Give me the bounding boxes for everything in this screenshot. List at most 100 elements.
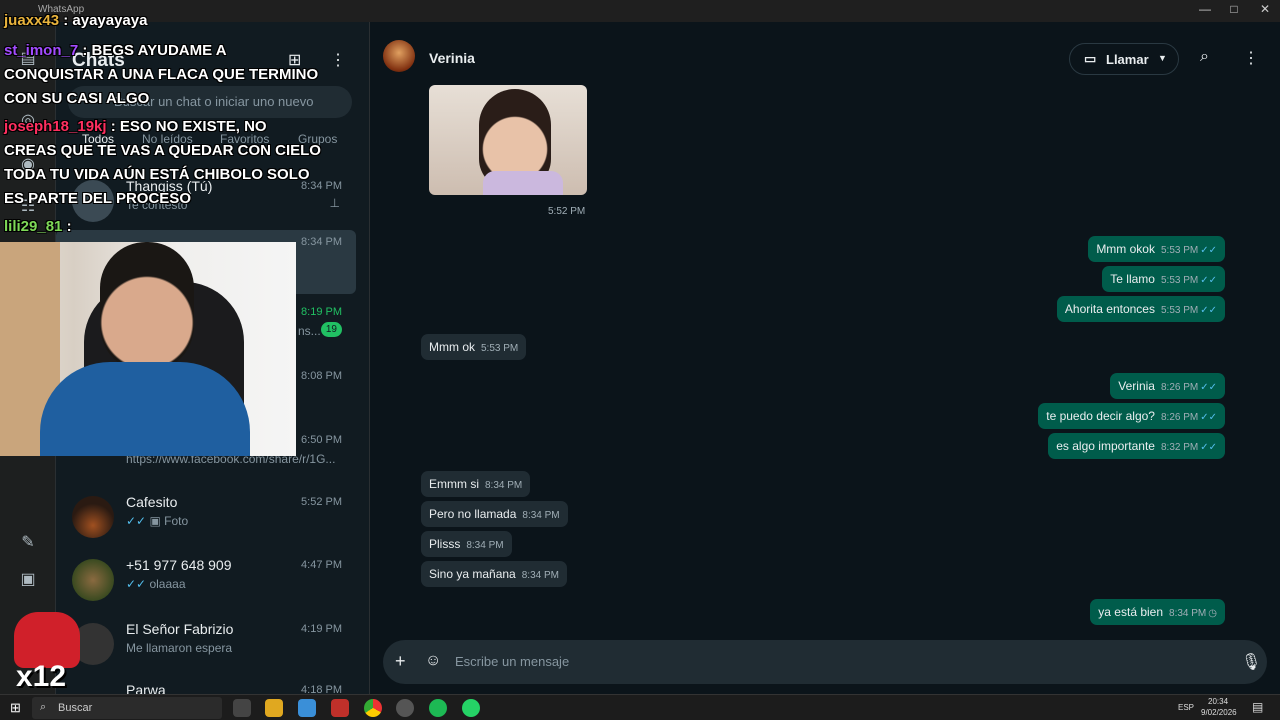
chat-row[interactable]: Cafesito 5:52 PM ✓✓ ▣ Foto — [56, 490, 356, 554]
photo-message[interactable] — [429, 85, 587, 195]
stream-chat-overlay: juaxx43 : ayayayaya st_imon_7 : BEGS AYU… — [0, 8, 321, 238]
media-icon[interactable]: ▣ — [14, 565, 42, 593]
message-bubble-out[interactable]: Te llamo 5:53 PM ✓✓ — [1102, 266, 1225, 292]
conversation-header: Verinia ▭ Llamar ▼ ⌕ ⋮ — [371, 36, 1280, 82]
attach-plus-icon[interactable]: + — [395, 651, 406, 672]
stream-chat-line: ES PARTE DEL PROCESO — [4, 190, 191, 207]
message-bubble-in[interactable]: Pero no llamada 8:34 PM — [421, 501, 568, 527]
double-check-icon: ✓✓ — [1200, 412, 1217, 423]
language-indicator[interactable]: ESP — [1178, 703, 1194, 712]
contact-name[interactable]: Verinia — [429, 50, 475, 66]
contact-avatar[interactable] — [383, 40, 415, 72]
webcam-overlay — [0, 242, 296, 456]
avatar — [72, 496, 114, 538]
multiplier-text: x12 — [16, 660, 67, 693]
chat-name: El Señor Fabrizio — [126, 621, 234, 637]
chat-time: 6:50 PM — [301, 434, 342, 446]
message-composer: + ☺ Escribe un mensaje 🎙 — [383, 640, 1267, 684]
app-icon[interactable] — [331, 699, 349, 717]
notification-icon[interactable]: ▤ — [1252, 700, 1263, 714]
chat-name: Cafesito — [126, 494, 178, 510]
message-bubble-out[interactable]: Ahorita entonces 5:53 PM ✓✓ — [1056, 296, 1225, 322]
chat-time: 4:19 PM — [301, 623, 342, 635]
obs-icon[interactable] — [396, 699, 414, 717]
photo-time: 5:52 PM — [548, 206, 586, 217]
message-bubble-in[interactable]: Emmm si 8:34 PM — [421, 471, 531, 497]
double-check-icon: ✓✓ — [1200, 275, 1217, 286]
message-bubble-in[interactable]: Sino ya mañana 8:34 PM — [421, 561, 567, 587]
chat-time: 8:08 PM — [301, 370, 342, 382]
stream-chat-line: TODA TU VIDA AÚN ESTÁ CHIBOLO SOLO — [4, 166, 310, 183]
double-check-icon: ✓✓ — [126, 514, 147, 528]
message-bubble-in[interactable]: Mmm ok 5:53 PM — [421, 334, 527, 360]
chat-name: Parwa — [126, 682, 166, 694]
message-bubble-out[interactable]: te puedo decir algo? 8:26 PM ✓✓ — [1038, 403, 1225, 429]
stream-chat-line: CON SU CASI ALGO — [4, 90, 150, 107]
stream-chat-line: lili29_81 : — [4, 218, 72, 235]
chat-preview: Me llamaron espera — [126, 641, 233, 655]
message-bubble-out[interactable]: Mmm okok 5:53 PM ✓✓ — [1088, 236, 1225, 262]
microphone-icon[interactable]: 🎙 — [1241, 652, 1261, 672]
whatsapp-icon[interactable] — [462, 699, 480, 717]
x12-sticker: x12 — [6, 602, 88, 694]
clock-time[interactable]: 20:34 — [1208, 697, 1228, 706]
message-bubble-out[interactable]: es algo importante 8:32 PM ✓✓ — [1048, 433, 1225, 459]
chat-preview-text: Foto — [164, 514, 189, 528]
webcam-person-head — [100, 242, 194, 372]
avatar — [72, 559, 114, 601]
call-button[interactable]: ▭ Llamar ▼ — [1069, 43, 1179, 75]
menu-icon[interactable]: ⋮ — [330, 50, 346, 70]
windows-start-icon[interactable]: ⊞ — [10, 700, 21, 716]
chat-time: 4:18 PM — [301, 684, 342, 694]
taskbar-search[interactable]: ⌕ Buscar — [32, 697, 222, 719]
message-input[interactable]: Escribe un mensaje — [455, 654, 569, 669]
call-label: Llamar — [1106, 52, 1149, 67]
chat-time: 8:19 PM — [301, 306, 342, 318]
message-bubble-in[interactable]: Plisss 8:34 PM — [421, 531, 512, 557]
webcam-person-shirt — [40, 362, 250, 456]
photo-clothing — [483, 171, 563, 195]
double-check-icon: ✓✓ — [1200, 382, 1217, 393]
clock-date[interactable]: 9/02/2026 — [1201, 708, 1237, 717]
message-bubble-out[interactable]: Verinia 8:26 PM ✓✓ — [1110, 373, 1225, 399]
chat-name: +51 977 648 909 — [126, 557, 232, 573]
starred-icon[interactable]: ✎ — [14, 528, 42, 556]
chat-time: 4:47 PM — [301, 559, 342, 571]
close-button[interactable]: ✕ — [1250, 2, 1280, 16]
pending-clock-icon: ◷ — [1208, 608, 1217, 619]
search-icon: ⌕ — [40, 701, 47, 713]
chat-preview-text: olaaaa — [149, 577, 186, 591]
chevron-down-icon: ▼ — [1158, 53, 1167, 63]
sticker-icon[interactable]: ☺ — [425, 652, 441, 670]
chat-preview: ✓✓ ▣ Foto — [126, 514, 338, 528]
message-bubble-out[interactable]: ya está bien 8:34 PM ◷ — [1090, 599, 1225, 625]
maximize-button[interactable]: □ — [1219, 2, 1249, 16]
search-icon[interactable]: ⌕ — [1200, 48, 1209, 66]
photo-icon: ▣ — [149, 514, 161, 528]
chat-preview: ✓✓ olaaaa — [126, 577, 338, 591]
taskbar-search-label: Buscar — [58, 702, 93, 714]
unread-badge: 19 — [320, 322, 342, 337]
video-icon: ▭ — [1084, 51, 1097, 66]
chat-row[interactable]: +51 977 648 909 4:47 PM ✓✓ olaaaa — [56, 553, 356, 617]
double-check-icon: ✓✓ — [1200, 245, 1217, 256]
menu-icon[interactable]: ⋮ — [1243, 48, 1259, 68]
stream-chat-line: joseph18_19kj : ESO NO EXISTE, NO — [4, 118, 267, 135]
double-check-icon: ✓✓ — [1200, 442, 1217, 453]
stream-chat-line: juaxx43 : ayayayaya — [4, 12, 148, 29]
store-icon[interactable] — [298, 699, 316, 717]
stream-chat-line: CREAS QUE TE VAS A QUEDAR CON CIELO — [4, 142, 321, 159]
task-view-icon[interactable] — [233, 699, 251, 717]
file-explorer-icon[interactable] — [265, 699, 283, 717]
double-check-icon: ✓✓ — [126, 577, 147, 591]
stream-chat-line: st_imon_7 : BEGS AYUDAME A — [4, 42, 227, 59]
minimize-button[interactable]: — — [1190, 2, 1220, 16]
chat-time: 5:52 PM — [301, 496, 342, 508]
spotify-icon[interactable] — [429, 699, 447, 717]
chat-row[interactable]: El Señor Fabrizio 4:19 PM Me llamaron es… — [56, 617, 356, 681]
chrome-icon[interactable] — [364, 699, 382, 717]
chat-row[interactable]: Parwa 4:18 PM — [56, 680, 356, 694]
double-check-icon: ✓✓ — [1200, 305, 1217, 316]
stream-chat-line: CONQUISTAR A UNA FLACA QUE TERMINO — [4, 66, 319, 83]
pin-icon: ⊥ — [329, 196, 340, 210]
